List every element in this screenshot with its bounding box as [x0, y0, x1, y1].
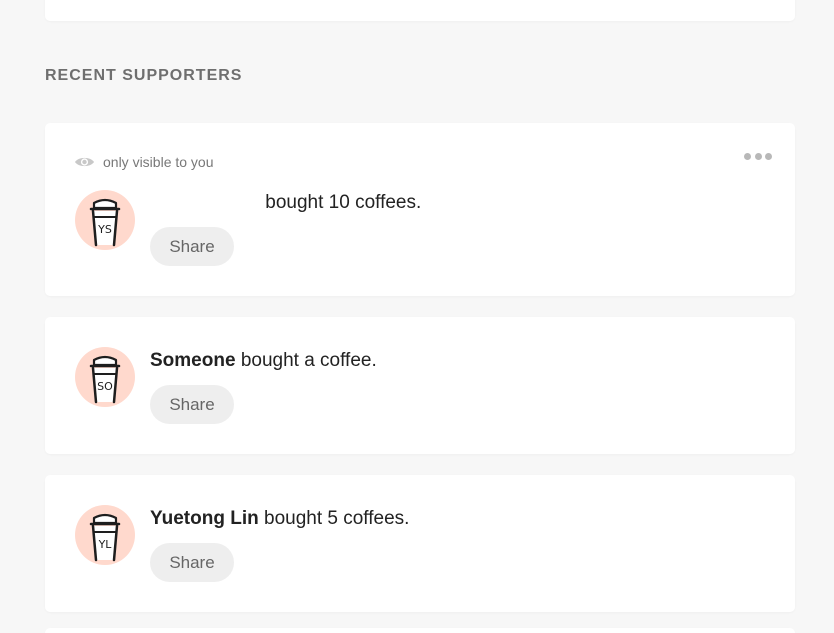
supporter-name: Yuetong Lin	[150, 508, 259, 529]
previous-card	[45, 0, 795, 21]
avatar: YL	[75, 505, 135, 565]
share-button[interactable]: Share	[150, 543, 234, 582]
support-message: bought 5 coffees.	[264, 508, 410, 529]
visibility-label: only visible to you	[103, 154, 214, 170]
eye-icon	[75, 157, 94, 167]
coffee-cup-icon: SO	[89, 355, 121, 404]
support-message: bought 10 coffees.	[265, 192, 422, 213]
section-title: RECENT SUPPORTERS	[45, 67, 243, 84]
more-dots-icon	[744, 152, 751, 160]
visibility-note: only visible to you	[74, 154, 214, 170]
support-message: bought a coffee.	[240, 350, 377, 371]
supporter-card: only visible to you YS bought 10 coffees…	[45, 123, 795, 296]
share-button[interactable]: Share	[150, 227, 234, 266]
supporter-card: SO Someone bought a coffee. Share	[45, 317, 795, 454]
coffee-cup-icon: YL	[89, 513, 121, 562]
support-text: Someone bought a coffee.	[150, 350, 377, 372]
supporters-page: RECENT SUPPORTERS only visible to you YS…	[0, 0, 834, 633]
coffee-cup-icon: YS	[89, 198, 121, 247]
support-text: Yuetong Lin bought 5 coffees.	[150, 508, 409, 530]
more-options-button[interactable]	[744, 149, 772, 163]
share-button[interactable]: Share	[150, 385, 234, 424]
avatar-initials: YL	[98, 538, 113, 551]
avatar-initials: SO	[97, 380, 113, 393]
supporter-name: Someone	[150, 350, 236, 371]
supporter-card: YL Yuetong Lin bought 5 coffees. Share	[45, 475, 795, 612]
avatar: SO	[75, 347, 135, 407]
support-text: bought 10 coffees.	[150, 192, 421, 214]
avatar-initials: YS	[97, 223, 112, 236]
next-card	[45, 628, 795, 633]
avatar: YS	[75, 190, 135, 250]
